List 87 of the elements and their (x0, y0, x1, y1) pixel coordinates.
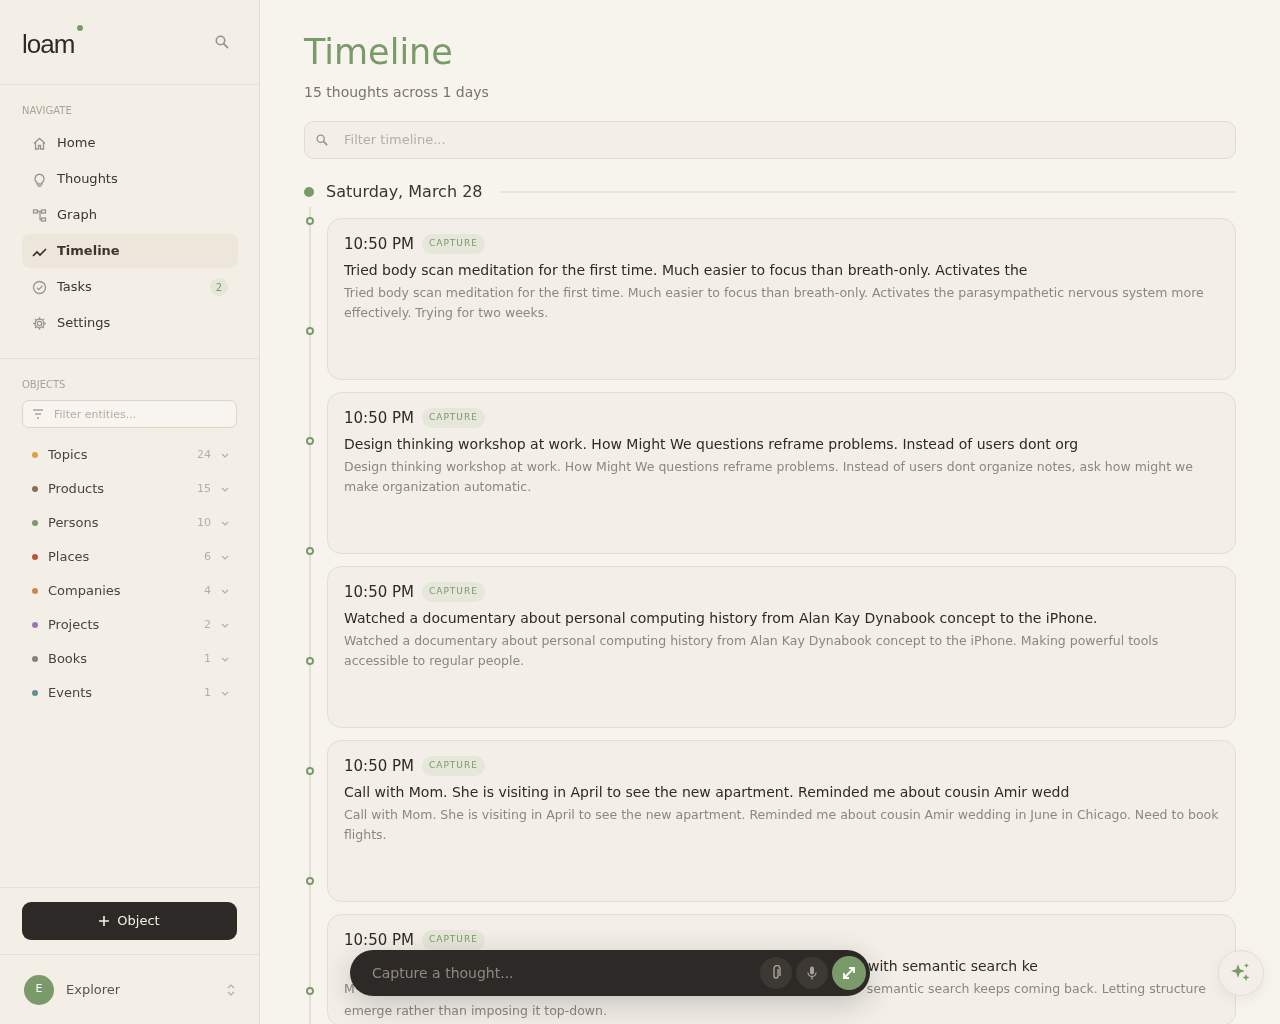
lightbulb-icon (32, 171, 47, 187)
day-marker (304, 186, 314, 197)
entry-time: 10:50 PM (344, 755, 414, 777)
user-name: Explorer (66, 980, 121, 999)
chevron-down-icon[interactable] (221, 554, 229, 560)
object-type-label[interactable]: Events (48, 683, 92, 703)
object-type-label[interactable]: Topics (48, 445, 88, 465)
object-type-label[interactable]: Persons (48, 513, 99, 533)
nav-item[interactable]: Timeline (22, 234, 238, 268)
object-count: 24 (197, 446, 211, 463)
microphone-icon (807, 966, 817, 980)
entry-tag: CAPTURE (422, 756, 485, 776)
object-count: 1 (204, 684, 211, 701)
entry-text: Design thinking workshop at work. How Might We questions reframe problems. Instead of users dont organize notes, ask how might we make organization automatic. (344, 458, 1194, 496)
entry-title: Watched a documentary about personal computing history from Alan Kay Dynabook concept to the iPhone. (344, 609, 1099, 628)
timeline-dot (306, 986, 314, 995)
object-count: 1 (204, 650, 211, 667)
entry-time: 10:50 PM (344, 233, 414, 255)
chevron-down-icon[interactable] (221, 588, 229, 594)
timeline-dot (306, 216, 314, 225)
nav-item[interactable]: Thoughts (22, 162, 238, 196)
timeline-dot (306, 326, 314, 335)
chevron-down-icon[interactable] (221, 690, 229, 696)
diagram-icon (32, 207, 47, 223)
capture-input[interactable]: Capture a thought... (370, 961, 756, 985)
filter-icon (32, 409, 44, 419)
object-type-label[interactable]: Books (48, 649, 88, 669)
chevron-down-icon[interactable] (221, 452, 229, 458)
object-count: 15 (197, 480, 211, 497)
entry-tag: CAPTURE (422, 582, 485, 602)
search-icon (316, 133, 328, 146)
home-icon (32, 135, 47, 151)
timeline-dot (306, 656, 314, 665)
app-logo: loam (22, 25, 84, 59)
chevron-down-icon[interactable] (221, 486, 229, 492)
check-circle-icon (32, 279, 47, 295)
paperclip-icon (771, 965, 781, 981)
entry-text: emerge rather than imposing it top-down. (344, 1002, 608, 1020)
search-icon[interactable] (215, 35, 229, 49)
object-type-label[interactable]: Companies (48, 581, 121, 601)
day-heading: Saturday, March 28 (326, 180, 483, 203)
filter-field[interactable]: Filter timeline... (304, 120, 1236, 159)
count-badge: 2 (210, 278, 228, 296)
entry-title: with semantic search ke (868, 957, 1038, 976)
entry-title: Design thinking workshop at work. How Might We questions reframe problems. Instead of users dont org (344, 435, 1080, 454)
entry-title: Tried body scan meditation for the first time. Much easier to focus than breath-only. Activates the (344, 261, 1029, 280)
expand-icon (842, 966, 856, 980)
page-title: Timeline (304, 31, 454, 74)
microphone-button[interactable] (796, 957, 828, 989)
nav-item[interactable]: Home (22, 126, 238, 160)
plus-icon (99, 916, 110, 926)
chevron-down-icon[interactable] (221, 520, 229, 526)
object-count: 4 (204, 582, 211, 599)
entry-tag: CAPTURE (422, 408, 485, 428)
entry-text: Tried body scan meditation for the first time. Much easier to focus than breath-only. Activates the parasympathetic nervous system more effectively. Trying for two weeks. (344, 284, 1205, 322)
entry-text: Call with Mom. She is visiting in April to see the new apartment. Reminded me about cousin Amir wedding in June in Chicago. Need to book flights. (344, 806, 1219, 844)
nav-item[interactable]: Tasks 2 (22, 270, 238, 304)
object-count: 2 (204, 616, 211, 633)
chevron-updown-icon[interactable] (227, 982, 235, 997)
section-heading: NAVIGATE (21, 104, 73, 118)
object-type-label[interactable]: Places (48, 547, 90, 567)
nav-item[interactable]: Graph (22, 198, 238, 232)
page-subtitle: 15 thoughts across 1 days (304, 82, 490, 102)
chevron-down-icon[interactable] (221, 622, 229, 628)
object-count: 10 (197, 514, 211, 531)
filter-field[interactable]: Filter entities... (22, 400, 237, 428)
entry-time: 10:50 PM (344, 407, 414, 429)
timeline-dot (306, 766, 314, 775)
nav-item[interactable]: Settings (22, 306, 238, 340)
object-count: 6 (204, 548, 211, 565)
object-type-label[interactable]: Products (48, 479, 105, 499)
timeline-dot (306, 546, 314, 555)
section-heading: OBJECTS (21, 378, 67, 392)
entry-time: 10:50 PM (344, 581, 414, 603)
attach-button[interactable] (760, 957, 792, 989)
add-object-button[interactable]: Object (22, 902, 237, 940)
expand-button[interactable] (832, 956, 866, 990)
timeline-dot (306, 876, 314, 885)
timeline-dot (306, 436, 314, 445)
gear-icon (32, 315, 47, 331)
entry-tag: CAPTURE (422, 234, 485, 254)
chevron-down-icon[interactable] (221, 656, 229, 662)
object-type-label[interactable]: Projects (48, 615, 100, 635)
entry-time: 10:50 PM (344, 929, 414, 951)
entry-text: Watched a documentary about personal computing history from Alan Kay Dynabook concept to the iPhone. Making powerful tools accessible to regular people. (344, 632, 1160, 670)
entry-tag: CAPTURE (422, 930, 485, 950)
entry-title: Call with Mom. She is visiting in April to see the new apartment. Reminded me about cousin Amir wedd (344, 783, 1071, 802)
